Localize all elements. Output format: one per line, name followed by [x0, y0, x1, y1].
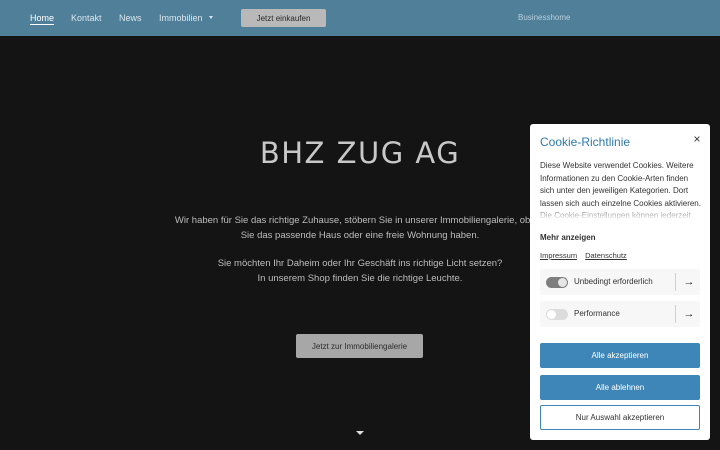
hero-paragraph-1-line-1: Wir haben für Sie das richtige Zuhause, … — [174, 215, 546, 226]
nav-item-immobilien-label: Immobilien — [159, 13, 203, 23]
toggle-knob — [558, 278, 567, 287]
arrow-right-icon[interactable]: → — [682, 269, 696, 295]
arrow-right-icon[interactable]: → — [682, 301, 696, 327]
shop-button[interactable]: Jetzt einkaufen — [241, 9, 326, 27]
hero-paragraph-2-line-2: In unserem Shop finden Sie die richtige … — [257, 273, 463, 284]
cookie-dialog: Cookie-Richtlinie × Diese Website verwen… — [530, 124, 710, 440]
cookie-links: Impressum Datenschutz — [540, 251, 635, 260]
cookie-category-necessary[interactable]: Unbedingt erforderlich → — [540, 269, 700, 295]
nav-item-news[interactable]: News — [119, 0, 142, 36]
category-label: Unbedingt erforderlich — [574, 277, 653, 286]
hero-paragraph-1: Wir haben für Sie das richtige Zuhause, … — [170, 213, 550, 243]
chevron-down-icon[interactable] — [356, 431, 364, 435]
divider — [675, 273, 676, 291]
toggle-switch[interactable] — [546, 277, 568, 288]
hero-paragraph-2-line-1: Sie möchten Ihr Daheim oder Ihr Geschäft… — [217, 258, 503, 269]
gallery-button[interactable]: Jetzt zur Immobiliengalerie — [296, 334, 423, 358]
brand-link[interactable]: Businesshome — [518, 0, 570, 36]
accept-all-button[interactable]: Alle akzeptieren — [540, 343, 700, 368]
accept-selection-button[interactable]: Nur Auswahl akzeptieren — [540, 405, 700, 430]
toggle-switch[interactable] — [546, 309, 568, 320]
reject-all-button[interactable]: Alle ablehnen — [540, 375, 700, 400]
datenschutz-link[interactable]: Datenschutz — [585, 251, 627, 260]
cookie-category-performance[interactable]: Performance → — [540, 301, 700, 327]
cookie-title: Cookie-Richtlinie — [540, 135, 631, 149]
hero-paragraph-2: Sie möchten Ihr Daheim oder Ihr Geschäft… — [170, 256, 550, 286]
nav-item-home[interactable]: Home — [30, 0, 55, 36]
nav-item-kontakt[interactable]: Kontakt — [71, 0, 102, 36]
category-label: Performance — [574, 309, 620, 318]
divider — [675, 305, 676, 323]
show-more-link[interactable]: Mehr anzeigen — [540, 233, 596, 242]
chevron-down-icon — [208, 16, 213, 20]
nav-item-immobilien[interactable]: Immobilien — [159, 0, 213, 36]
toggle-knob — [547, 310, 556, 319]
impressum-link[interactable]: Impressum — [540, 251, 577, 260]
cookie-description: Diese Website verwendet Cookies. Weitere… — [540, 161, 702, 220]
top-navigation: Home Kontakt News Immobilien Jetzt einka… — [0, 0, 720, 36]
close-icon[interactable]: × — [691, 132, 703, 146]
hero-paragraph-1-line-2: Sie das passende Haus oder eine freie Wo… — [240, 230, 480, 241]
